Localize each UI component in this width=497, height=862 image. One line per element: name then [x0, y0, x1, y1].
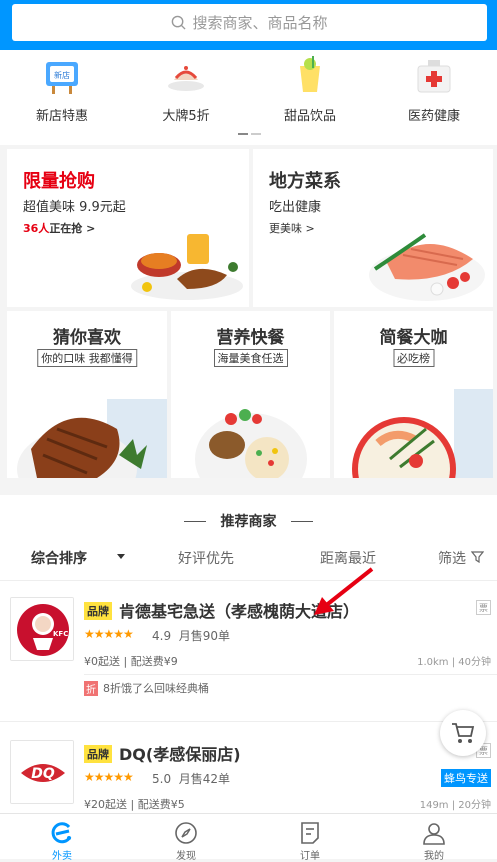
category-label: 新店特惠 — [35, 109, 88, 124]
category-big-brand[interactable]: 大牌5折 — [124, 50, 248, 145]
rating-line: 4.9 月售90单 — [152, 627, 230, 644]
monthly-sales: 月售42单 — [178, 772, 231, 786]
brand-tag: 品牌 — [84, 745, 112, 763]
promo-subtitle: 吃出健康 — [269, 200, 322, 215]
category-label: 医药健康 — [407, 109, 460, 124]
recommend-section: 推荐商家 综合排序 好评优先 距离最近 筛选 KFC 品牌 肯德基宅急送（孝感槐… — [0, 495, 497, 813]
bottom-nav: 外卖 发现 订单 我的 — [0, 813, 497, 862]
category-label: 甜品饮品 — [283, 109, 336, 124]
shop-logo-text: KFC — [53, 630, 68, 638]
sort-distance[interactable]: 距离最近 — [320, 548, 376, 568]
brand-tag: 品牌 — [84, 602, 112, 620]
promo-guess-you-like[interactable]: 猜你喜欢 你的口味 我都懂得 — [7, 311, 167, 478]
delivery-badge: 蜂鸟专送 — [441, 769, 491, 787]
nav-label: 我的 — [424, 851, 444, 862]
sort-filter[interactable]: 筛选 — [438, 548, 466, 568]
rating-score: 4.9 — [152, 629, 172, 643]
distance-time: 149m | 20分钟 — [419, 800, 491, 811]
promo-simple-meal[interactable]: 简餐大咖 必吃榜 — [334, 311, 493, 478]
rating-stars: ★★★★★ — [84, 770, 134, 784]
nav-discover[interactable]: 发现 — [124, 814, 248, 862]
shop-card-kfc[interactable]: KFC 品牌 肯德基宅急送（孝感槐荫大道店） 票 ★★★★★ 4.9 月售90单… — [0, 580, 497, 721]
rating-score: 5.0 — [152, 772, 172, 786]
promo-title: 地方菜系 — [269, 171, 341, 192]
category-medicine[interactable]: 医药健康 — [372, 50, 496, 145]
nav-label: 订单 — [300, 851, 320, 862]
invoice-badge: 票 — [475, 600, 491, 615]
takeout-icon — [51, 822, 72, 844]
shop-name: DQ(孝感保丽店) — [119, 745, 241, 764]
salmon-dish-image — [369, 233, 485, 301]
shop-inner-divider — [84, 674, 497, 675]
rating-stars: ★★★★★ — [84, 627, 134, 641]
shop-card-dq[interactable]: DQ 品牌 DQ(孝感保丽店) 票 ★★★★★ 5.0 月售42单 蜂鸟专送 ¥… — [0, 725, 497, 813]
promo-title: 限量抢购 — [23, 171, 95, 192]
category-dessert-drinks[interactable]: 甜品饮品 — [248, 50, 372, 145]
promo-title: 营养快餐 — [216, 328, 285, 348]
filter-icon — [471, 551, 484, 563]
app-header: 搜索商家、商品名称 — [0, 0, 497, 50]
page-indicator — [238, 133, 261, 135]
promo-subtitle: 超值美味 9.9元起 — [23, 200, 126, 215]
search-placeholder: 搜索商家、商品名称 — [192, 14, 328, 32]
cake-plate-icon — [168, 66, 204, 91]
promo-link: 更美味 > — [269, 222, 315, 235]
promo-section: 限量抢购 超值美味 9.9元起 36人正在抢 > 地方菜系 吃出健康 更美味 >… — [0, 145, 497, 483]
promo-tag: 你的口味 我都懂得 — [37, 349, 137, 367]
sort-default[interactable]: 综合排序 — [31, 548, 87, 568]
new-store-badge: 新店 — [54, 70, 70, 80]
compass-icon — [175, 822, 197, 844]
discount-badge: 折 — [84, 681, 98, 696]
rating-line: 5.0 月售42单 — [152, 770, 230, 787]
sort-rating[interactable]: 好评优先 — [178, 548, 234, 568]
search-bar[interactable]: 搜索商家、商品名称 — [12, 4, 487, 41]
order-icon — [301, 822, 319, 844]
promo-title: 猜你喜欢 — [53, 328, 121, 348]
new-store-sign-icon: 新店 — [46, 62, 78, 94]
nav-orders[interactable]: 订单 — [248, 814, 372, 862]
promo-tag: 海量美食任选 — [213, 349, 288, 367]
distance-time: 1.0km | 40分钟 — [417, 657, 491, 668]
category-label: 大牌5折 — [162, 109, 210, 124]
nav-takeout[interactable]: 外卖 — [0, 814, 124, 862]
monthly-sales: 月售90单 — [178, 629, 231, 643]
profile-icon — [423, 823, 445, 845]
recommend-title: 推荐商家 — [220, 514, 277, 530]
lemon-drink-icon — [300, 56, 320, 92]
search-icon — [172, 15, 187, 30]
rice-bowl-image — [195, 409, 307, 478]
promo-count-suffix: 正在抢 > — [49, 222, 96, 235]
nav-profile[interactable]: 我的 — [372, 814, 496, 862]
cart-icon — [452, 723, 475, 743]
ribs-platter-image — [131, 234, 243, 300]
shop-logo-dq: DQ — [10, 740, 74, 804]
category-new-store[interactable]: 新店 新店特惠 — [0, 50, 124, 145]
shop-logo-kfc: KFC — [10, 597, 74, 661]
promo-count: 36人 — [23, 222, 50, 235]
discount-text: 8折饿了么回味经典桶 — [103, 682, 209, 695]
shop-logo-text: DQ — [31, 766, 55, 782]
delivery-fee: ¥20起送 | 配送费¥5 — [84, 798, 185, 811]
promo-count-line: 36人正在抢 > — [23, 220, 95, 236]
promo-flash-sale[interactable]: 限量抢购 超值美味 9.9元起 36人正在抢 > — [7, 149, 249, 307]
promo-nutrition-meal[interactable]: 营养快餐 海量美食任选 — [171, 311, 330, 478]
medicine-box-icon — [417, 60, 451, 93]
red-arrow-annotation — [314, 567, 374, 615]
nav-label: 外卖 — [52, 851, 72, 862]
promo-local-cuisine[interactable]: 地方菜系 吃出健康 更美味 > — [253, 149, 493, 307]
caret-down-icon — [117, 554, 125, 559]
promo-tag: 必吃榜 — [393, 349, 434, 367]
cart-button[interactable] — [440, 710, 486, 756]
divider-line — [291, 521, 313, 522]
nav-label: 发现 — [176, 851, 196, 862]
shop-divider — [0, 721, 497, 722]
promo-title: 简餐大咖 — [379, 328, 448, 348]
delivery-fee: ¥0起送 | 配送费¥9 — [84, 655, 178, 668]
category-grid: 新店 新店特惠 大牌5折 甜品饮品 医药健康 — [0, 50, 497, 145]
soup-bowl-image — [352, 389, 493, 478]
roast-duck-image — [17, 399, 167, 478]
